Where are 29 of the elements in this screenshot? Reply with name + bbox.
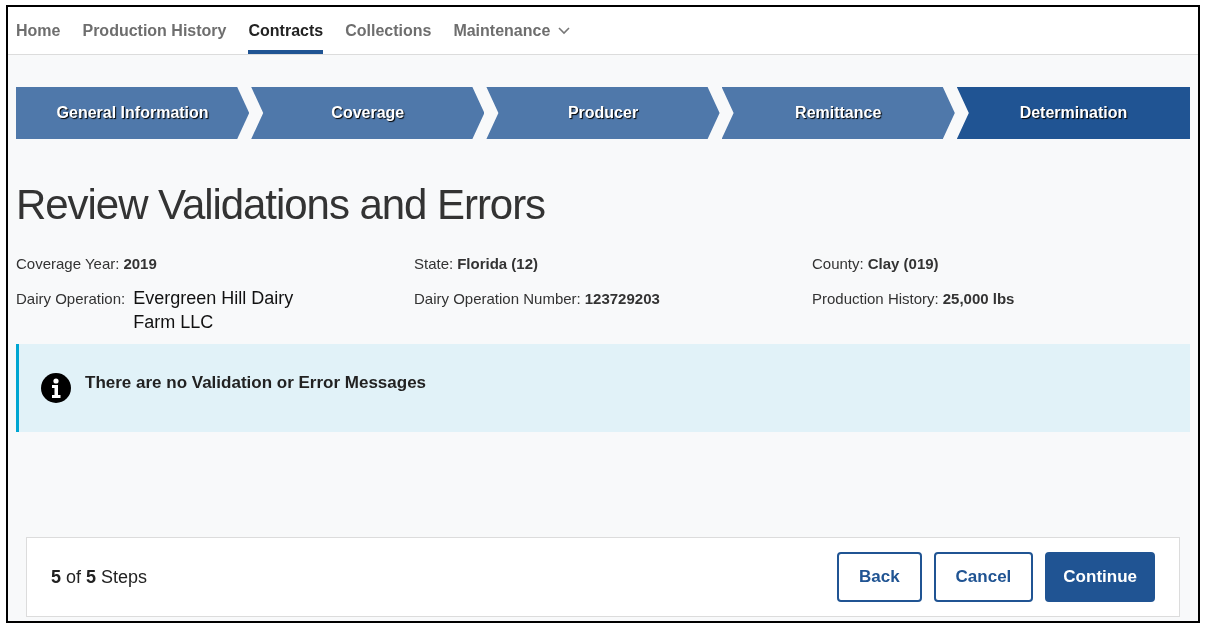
field-value: 25,000 lbs: [942, 288, 1015, 309]
nav-tab[interactable]: Home: [16, 7, 61, 54]
page-heading: Review Validations and Errors: [16, 184, 547, 226]
progress-step: General Information: [16, 87, 250, 139]
field-label: County:: [812, 254, 864, 274]
progress-step: Remittance: [721, 87, 955, 139]
field-label: Production History:: [812, 288, 939, 309]
step-counter: 5 of 5 Steps: [51, 565, 148, 589]
field-value: 123729203: [584, 288, 660, 309]
field-label: Dairy Operation Number:: [414, 288, 581, 309]
field-value: Florida (12): [457, 254, 539, 274]
nav-tab[interactable]: Contracts: [248, 7, 324, 54]
progress-step: Coverage: [251, 87, 485, 139]
action-button[interactable]: Back: [836, 552, 922, 602]
action-button[interactable]: Continue: [1045, 552, 1155, 602]
field-value: Evergreen Hill Dairy Farm LLC: [133, 286, 295, 334]
field-value: Clay (019): [867, 254, 939, 274]
action-button[interactable]: Cancel: [933, 552, 1034, 602]
field-label: State:: [414, 254, 454, 274]
progress-step: Determination: [956, 87, 1190, 139]
alert-message: There are no Validation or Error Messages: [85, 371, 427, 394]
field-label: Dairy Operation:: [16, 288, 126, 309]
nav-tab[interactable]: Maintenance: [453, 7, 571, 54]
progress-step: Producer: [486, 87, 720, 139]
nav-tab[interactable]: Production History: [82, 7, 227, 54]
field-label: Coverage Year:: [16, 254, 120, 274]
info-icon: [41, 372, 71, 403]
field-value: 2019: [123, 254, 157, 274]
nav-tab[interactable]: Collections: [345, 7, 432, 54]
